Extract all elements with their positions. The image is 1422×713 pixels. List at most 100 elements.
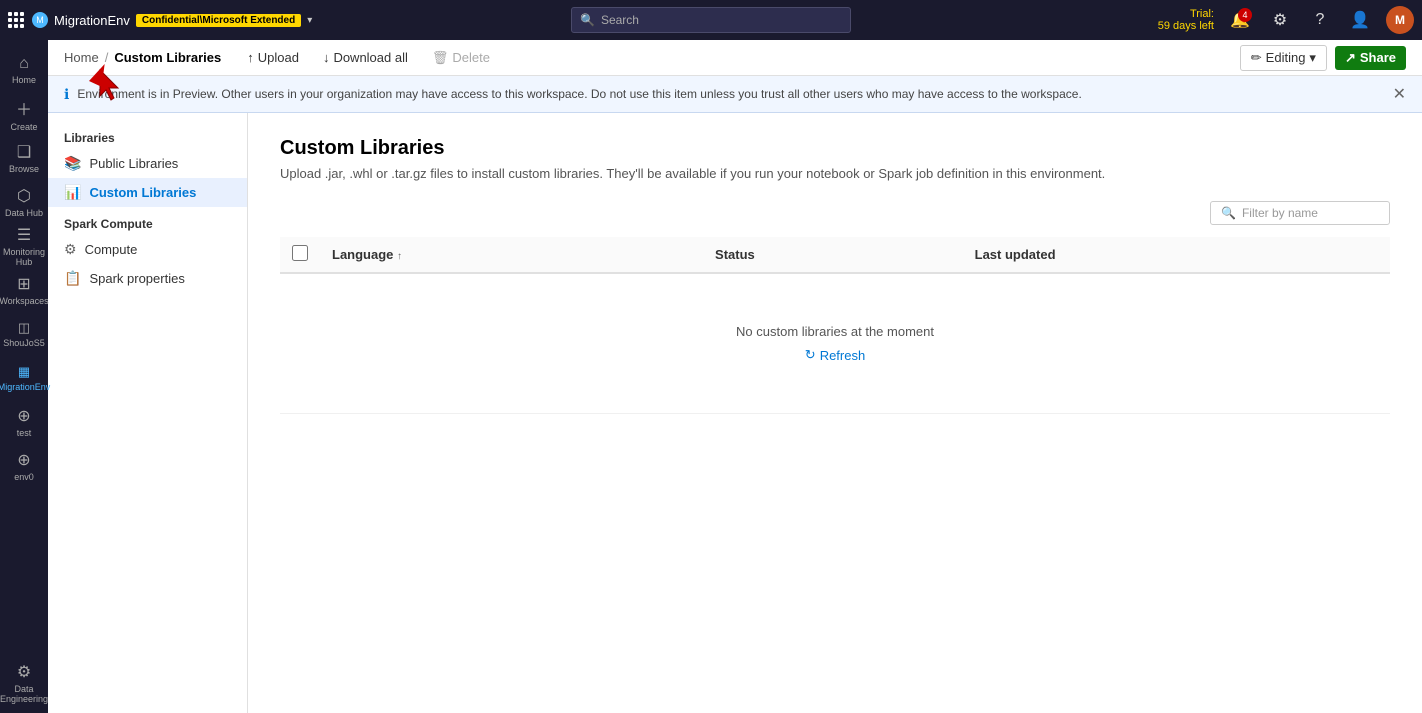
custom-libraries-icon: 📊: [64, 184, 81, 201]
upload-icon: ↑: [247, 50, 254, 65]
panel-item-spark-properties[interactable]: 📋 Spark properties: [48, 264, 247, 293]
browse-icon: ❑: [17, 142, 31, 162]
migrationenv-icon: ▦: [18, 364, 30, 380]
info-banner: ℹ Environment is in Preview. Other users…: [48, 76, 1422, 113]
delete-button[interactable]: 🗑 Delete: [422, 46, 500, 70]
sidebar-item-create[interactable]: ＋ Create: [2, 92, 46, 136]
download-icon: ↓: [323, 50, 330, 65]
sidebar-label-home: Home: [12, 75, 36, 85]
panel-item-compute-label: Compute: [85, 242, 138, 257]
sidebar-label-shoujos5: ShouJoS5: [3, 338, 45, 348]
banner-message: Environment is in Preview. Other users i…: [77, 87, 1081, 101]
sidebar-item-workspaces[interactable]: ⊞ Workspaces: [2, 268, 46, 312]
test-icon: ⊕: [17, 406, 30, 426]
search-bar[interactable]: 🔍 Search: [571, 7, 851, 33]
sidebar: ⌂ Home ＋ Create ❑ Browse ⬡ Data Hub ☰ Mo…: [0, 40, 48, 713]
sidebar-label-data-engineering: Data Engineering: [0, 684, 48, 704]
monitoring-icon: ☰: [17, 225, 31, 245]
breadcrumb-current: Custom Libraries: [114, 50, 221, 65]
action-bar-right: ✏ Editing ▾ ↗ Share: [1240, 45, 1406, 71]
sidebar-item-env0[interactable]: ⊕ env0: [2, 444, 46, 488]
search-placeholder: Search: [601, 13, 639, 27]
chevron-down-icon[interactable]: ▾: [307, 15, 312, 26]
sidebar-item-home[interactable]: ⌂ Home: [2, 48, 46, 92]
status-column-header: Status: [703, 237, 963, 273]
settings-button[interactable]: ⚙: [1266, 6, 1294, 34]
table-empty-row: No custom libraries at the moment ↻ Refr…: [280, 273, 1390, 414]
info-icon: ℹ: [64, 86, 69, 103]
create-icon: ＋: [16, 96, 32, 120]
last-updated-column-header: Last updated: [963, 237, 1390, 273]
language-column-header[interactable]: Language ↑: [320, 237, 703, 273]
sidebar-label-monitoring: Monitoring Hub: [3, 247, 45, 267]
banner-close-button[interactable]: ✕: [1393, 84, 1406, 104]
spark-properties-icon: 📋: [64, 270, 81, 287]
empty-state: No custom libraries at the moment ↻ Refr…: [292, 284, 1378, 403]
topbar: M MigrationEnv Confidential\Microsoft Ex…: [0, 0, 1422, 40]
upload-button[interactable]: ↑ Upload: [237, 46, 309, 69]
public-libraries-icon: 📚: [64, 155, 81, 172]
page-title: Custom Libraries: [280, 137, 1390, 160]
panel-item-public-libraries-label: Public Libraries: [89, 156, 178, 171]
main-container: Home / Custom Libraries ↑ Upload ↓ Downl…: [48, 40, 1422, 713]
env0-icon: ⊕: [17, 450, 30, 470]
sidebar-item-browse[interactable]: ❑ Browse: [2, 136, 46, 180]
shoujos5-icon: ◫: [18, 320, 30, 336]
people-button[interactable]: 👤: [1346, 6, 1374, 34]
breadcrumb-separator: /: [105, 50, 109, 65]
delete-icon: 🗑: [432, 50, 449, 66]
sidebar-label-datahub: Data Hub: [5, 208, 43, 218]
libraries-table: Language ↑ Status Last updated: [280, 237, 1390, 414]
sidebar-label-migrationenv: MigrationEnv: [0, 382, 50, 392]
panel-item-custom-libraries[interactable]: 📊 Custom Libraries: [48, 178, 247, 207]
breadcrumb: Home / Custom Libraries: [64, 50, 221, 65]
sidebar-label-browse: Browse: [9, 164, 39, 174]
sidebar-label-test: test: [17, 428, 32, 438]
sidebar-item-datahub[interactable]: ⬡ Data Hub: [2, 180, 46, 224]
spark-compute-section-label: Spark Compute: [48, 207, 247, 235]
empty-state-message: No custom libraries at the moment: [292, 324, 1378, 339]
editing-button[interactable]: ✏ Editing ▾: [1240, 45, 1327, 71]
notifications-button[interactable]: 🔔 4: [1226, 6, 1254, 34]
refresh-icon: ↻: [805, 347, 816, 363]
refresh-button[interactable]: ↻ Refresh: [805, 347, 865, 363]
search-icon: 🔍: [580, 13, 595, 27]
filter-input[interactable]: 🔍 Filter by name: [1210, 201, 1390, 225]
breadcrumb-home[interactable]: Home: [64, 50, 99, 65]
content-layout: Libraries 📚 Public Libraries 📊 Custom Li…: [48, 113, 1422, 713]
sidebar-label-workspaces: Workspaces: [0, 296, 49, 306]
select-all-checkbox[interactable]: [292, 245, 308, 261]
sidebar-label-env0: env0: [14, 472, 34, 482]
sidebar-item-data-engineering[interactable]: ⚙ Data Engineering: [2, 661, 46, 705]
select-all-header: [280, 237, 320, 273]
page-subtitle: Upload .jar, .whl or .tar.gz files to in…: [280, 166, 1390, 181]
panel-item-spark-properties-label: Spark properties: [89, 271, 184, 286]
table-header-row: Language ↑ Status Last updated: [280, 237, 1390, 273]
env-name: M MigrationEnv Confidential\Microsoft Ex…: [32, 12, 312, 28]
sidebar-label-create: Create: [10, 122, 37, 132]
avatar[interactable]: M: [1386, 6, 1414, 34]
sidebar-item-migrationenv[interactable]: ▦ MigrationEnv: [2, 356, 46, 400]
sidebar-item-monitoring[interactable]: ☰ Monitoring Hub: [2, 224, 46, 268]
panel-item-public-libraries[interactable]: 📚 Public Libraries: [48, 149, 247, 178]
home-icon: ⌂: [19, 55, 29, 73]
download-all-button[interactable]: ↓ Download all: [313, 46, 418, 69]
share-button[interactable]: ↗ Share: [1335, 46, 1406, 70]
filter-icon: 🔍: [1221, 206, 1236, 220]
confidential-badge: Confidential\Microsoft Extended: [136, 14, 301, 27]
panel-item-custom-libraries-label: Custom Libraries: [89, 185, 196, 200]
notification-count: 4: [1238, 8, 1252, 22]
libraries-section-label: Libraries: [48, 125, 247, 149]
panel-item-compute[interactable]: ⚙ Compute: [48, 235, 247, 264]
help-button[interactable]: ?: [1306, 6, 1334, 34]
trial-info: Trial: 59 days left: [1158, 8, 1214, 32]
sort-icon: ↑: [397, 251, 402, 262]
sidebar-item-test[interactable]: ⊕ test: [2, 400, 46, 444]
filter-placeholder: Filter by name: [1242, 206, 1318, 220]
action-buttons: ↑ Upload ↓ Download all 🗑 Delete: [237, 46, 500, 70]
waffle-icon[interactable]: [8, 12, 24, 28]
sidebar-item-shoujos5[interactable]: ◫ ShouJoS5: [2, 312, 46, 356]
datahub-icon: ⬡: [17, 186, 31, 206]
workspaces-icon: ⊞: [17, 274, 30, 294]
filter-bar: 🔍 Filter by name: [280, 201, 1390, 225]
